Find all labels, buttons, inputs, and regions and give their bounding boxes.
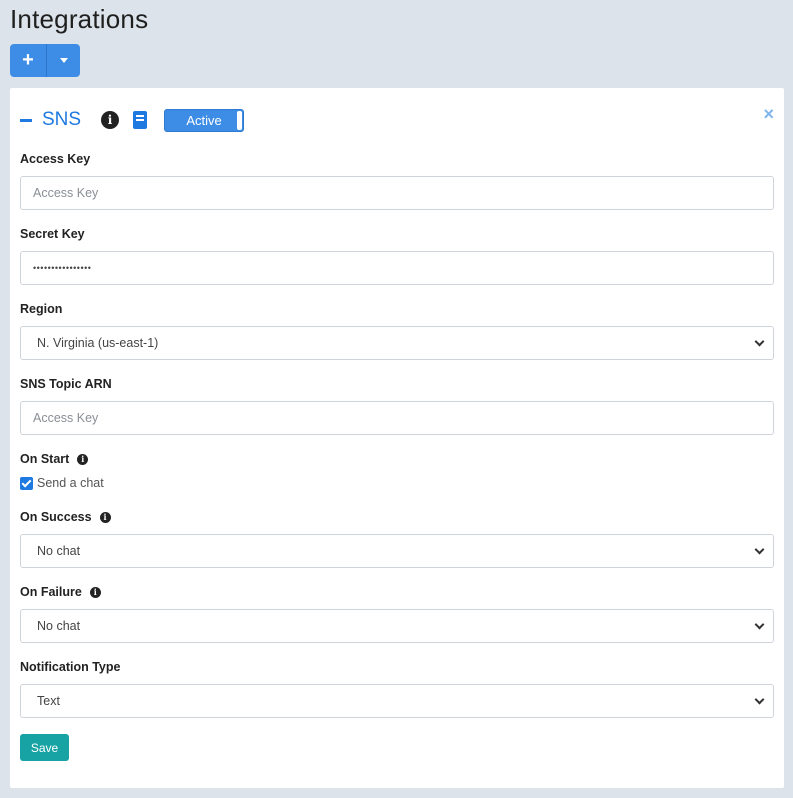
card-header: SNS i Active: [20, 106, 245, 134]
chevron-down-icon: [754, 544, 765, 554]
add-dropdown-toggle[interactable]: [46, 44, 80, 77]
secret-key-input[interactable]: ••••••••••••••••: [20, 251, 774, 285]
chevron-down-icon: [754, 336, 765, 346]
access-key-label: Access Key: [20, 152, 91, 166]
secret-key-label: Secret Key: [20, 227, 85, 241]
add-button-group: +: [10, 44, 80, 77]
close-icon[interactable]: ×: [763, 104, 774, 125]
save-button[interactable]: Save: [20, 734, 69, 761]
page-title: Integrations: [10, 4, 149, 34]
on-failure-label: On Failure: [20, 585, 82, 599]
topic-arn-input[interactable]: Access Key: [20, 401, 774, 435]
topic-arn-label: SNS Topic ARN: [20, 377, 112, 391]
info-icon[interactable]: i: [77, 453, 89, 465]
access-key-input[interactable]: Access Key: [20, 176, 774, 210]
notification-type-value: Text: [37, 694, 60, 708]
integration-name: SNS: [42, 109, 82, 130]
on-failure-select[interactable]: No chat: [20, 609, 774, 643]
region-label: Region: [20, 302, 63, 316]
info-icon[interactable]: i: [89, 586, 101, 598]
notification-type-select[interactable]: Text: [20, 684, 774, 718]
chevron-down-icon: [754, 619, 765, 629]
on-failure-value: No chat: [37, 619, 81, 633]
add-integration-button[interactable]: +: [10, 44, 46, 77]
on-success-label: On Success: [20, 510, 92, 524]
send-chat-checkbox-row: Send a chat: [20, 476, 104, 490]
on-success-select[interactable]: No chat: [20, 534, 774, 568]
on-success-value: No chat: [37, 544, 81, 558]
notification-type-label: Notification Type: [20, 660, 121, 674]
caret-down-icon: [59, 58, 68, 63]
region-select[interactable]: N. Virginia (us-east-1): [20, 326, 774, 360]
on-failure-label-row: On Failure i: [20, 585, 101, 599]
info-icon[interactable]: i: [99, 511, 111, 523]
book-icon[interactable]: [133, 111, 148, 129]
info-icon[interactable]: i: [101, 111, 120, 129]
send-chat-checkbox[interactable]: [20, 476, 33, 490]
active-toggle[interactable]: Active: [164, 108, 245, 132]
region-value: N. Virginia (us-east-1): [37, 336, 159, 350]
on-success-label-row: On Success i: [20, 510, 111, 524]
chevron-down-icon: [754, 694, 765, 704]
on-start-label: On Start: [20, 452, 70, 466]
integration-card: SNS i Active × Access Key Access Key Sec…: [10, 88, 784, 788]
on-start-label-row: On Start i: [20, 452, 89, 466]
send-chat-label[interactable]: Send a chat: [37, 476, 104, 490]
collapse-icon[interactable]: [20, 118, 32, 122]
